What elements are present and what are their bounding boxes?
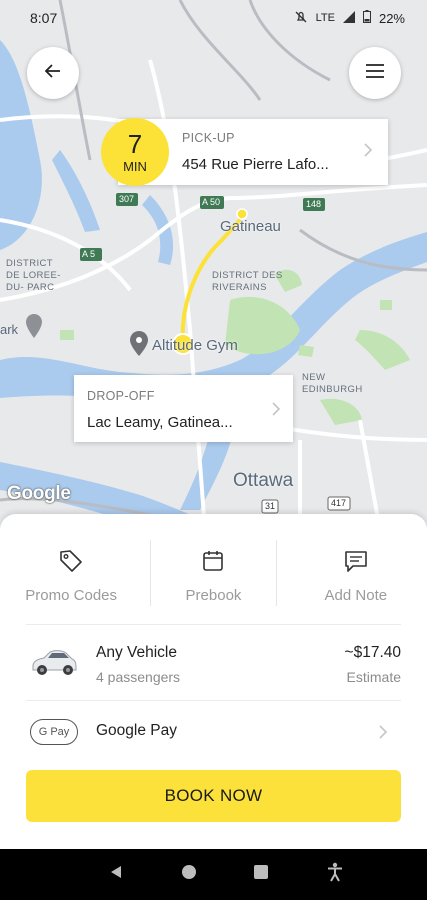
eta-unit: MIN — [123, 158, 147, 174]
add-note-label: Add Note — [324, 587, 388, 604]
divider — [276, 540, 277, 606]
car-icon — [30, 644, 78, 683]
map-label-park: ark — [0, 322, 19, 337]
signal-icon — [342, 10, 355, 26]
route-shield-a50: A 50 — [202, 197, 221, 207]
mute-icon — [294, 10, 308, 27]
battery-icon — [362, 10, 371, 26]
promo-codes-label: Promo Codes — [25, 587, 118, 604]
promo-codes-button[interactable]: Promo Codes — [0, 536, 142, 608]
add-note-button[interactable]: Add Note — [285, 536, 427, 608]
map-label-gatineau: Gatineau — [220, 218, 281, 235]
map-label-gym: Altitude Gym — [152, 337, 238, 354]
map-label-new-edinburgh: NEW EDINBURGH — [302, 372, 363, 395]
divider — [26, 700, 401, 701]
battery-percent: 22% — [378, 10, 405, 26]
vehicle-name: Any Vehicle — [96, 644, 177, 661]
map-label-district-loree: DISTRICT DE LOREE- DU- PARC — [6, 258, 61, 293]
accessibility-icon[interactable] — [326, 862, 344, 887]
route-shield-a5: A 5 — [82, 249, 96, 259]
booking-sheet: Promo Codes Prebook Add Note Any Vehicle… — [0, 514, 427, 849]
status-icons: LTE 22% — [294, 10, 405, 27]
divider — [26, 624, 401, 625]
vehicle-passengers: 4 passengers — [96, 669, 181, 685]
divider — [150, 540, 151, 606]
route-shield-307: 307 — [119, 194, 135, 204]
vehicle-row[interactable]: Any Vehicle 4 passengers ~$17.40 Estimat… — [0, 628, 427, 698]
map-label-ottawa: Ottawa — [233, 470, 294, 491]
dropoff-label: DROP-OFF — [87, 389, 155, 403]
hamburger-icon — [364, 63, 386, 84]
note-icon — [343, 548, 369, 579]
route-shield-148: 148 — [306, 199, 322, 209]
calendar-icon — [200, 548, 226, 579]
route-shield-417: 417 — [331, 498, 347, 508]
back-button[interactable] — [27, 47, 79, 99]
system-nav-bar — [0, 849, 427, 900]
dropoff-address: Lac Leamy, Gatinea... — [87, 414, 233, 431]
google-attribution: Google — [7, 483, 71, 504]
network-type: LTE — [315, 12, 335, 24]
prebook-button[interactable]: Prebook — [142, 536, 284, 608]
recents-nav-icon[interactable] — [253, 864, 269, 885]
arrow-left-icon — [43, 61, 63, 86]
action-row: Promo Codes Prebook Add Note — [0, 536, 427, 608]
fare-price: ~$17.40 — [344, 644, 401, 661]
eta-value: 7 — [127, 128, 143, 159]
eta-badge: 7 MIN — [101, 118, 169, 186]
map-label-district-riverains: DISTRICT DES RIVERAINS — [212, 270, 283, 293]
chevron-right-icon — [378, 724, 388, 745]
fare-estimate-label: Estimate — [346, 669, 401, 685]
prebook-label: Prebook — [185, 587, 242, 604]
status-bar: 8:07 LTE 22% — [0, 0, 427, 36]
tag-icon — [58, 548, 84, 579]
status-time: 8:07 — [30, 10, 58, 26]
home-nav-icon[interactable] — [181, 864, 197, 885]
route-shield-31: 31 — [265, 501, 276, 511]
back-nav-icon[interactable] — [108, 864, 124, 885]
menu-button[interactable] — [349, 47, 401, 99]
pickup-address: 454 Rue Pierre Lafo... — [182, 156, 329, 173]
payment-row[interactable]: G Pay Google Pay — [0, 710, 427, 754]
pickup-label: PICK-UP — [182, 131, 235, 145]
chevron-right-icon — [363, 141, 373, 164]
book-now-button[interactable]: BOOK NOW — [26, 770, 401, 822]
chevron-right-icon — [271, 400, 281, 423]
payment-method-name: Google Pay — [96, 722, 177, 739]
gpay-badge: G Pay — [30, 719, 78, 745]
dropoff-card[interactable]: DROP-OFF Lac Leamy, Gatinea... — [74, 375, 293, 442]
